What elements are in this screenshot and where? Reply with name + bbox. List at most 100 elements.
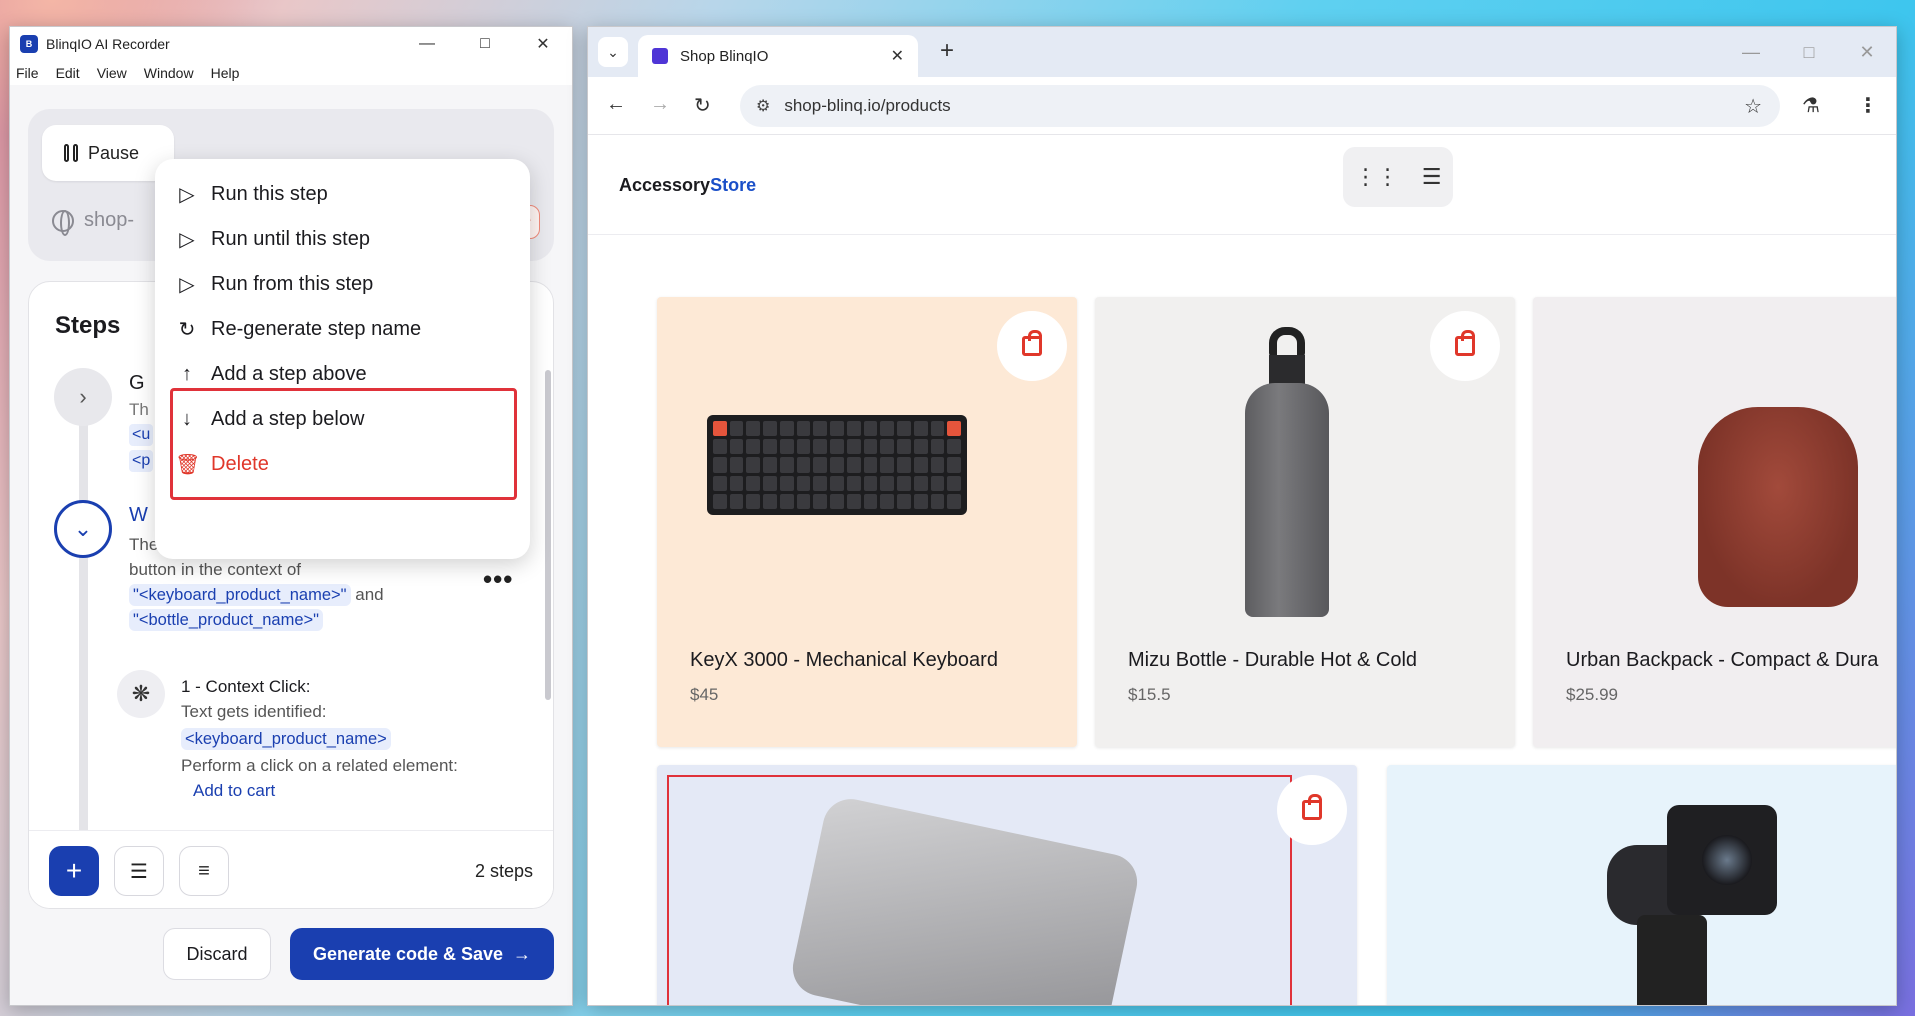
site-info-icon[interactable]: ⚙ bbox=[756, 96, 770, 116]
arrow-up-icon: ↑ bbox=[182, 362, 192, 385]
discard-button[interactable]: Discard bbox=[163, 928, 271, 980]
tree-view-button[interactable]: ≡ bbox=[179, 846, 229, 896]
step-1-tag: <p bbox=[129, 450, 154, 472]
window-title: BlinqIO AI Recorder bbox=[46, 36, 170, 52]
product-name[interactable]: KeyX 3000 - Mechanical Keyboard bbox=[690, 649, 998, 672]
add-to-cart-button[interactable] bbox=[1430, 311, 1500, 381]
tab-shop-blinqio[interactable]: Shop BlinqIO ✕ bbox=[638, 35, 918, 77]
plus-icon: + bbox=[65, 855, 83, 886]
logo-main: Accessory bbox=[619, 175, 711, 195]
bottle-image bbox=[1245, 327, 1329, 617]
menu-help[interactable]: Help bbox=[211, 65, 240, 81]
tab-bar: ⌄ Shop BlinqIO ✕ + — □ ✕ bbox=[588, 27, 1896, 77]
tab-search-button[interactable]: ⌄ bbox=[598, 37, 628, 67]
scrollbar[interactable] bbox=[545, 370, 551, 700]
menu-run-this-step[interactable]: ▷ Run this step bbox=[175, 174, 328, 214]
menu-item-label: Run this step bbox=[211, 182, 328, 205]
keyboard-image bbox=[707, 415, 967, 515]
steps-count: 2 steps bbox=[474, 861, 533, 881]
current-url: shop- bbox=[52, 209, 135, 236]
menu-item-label: Run from this step bbox=[211, 272, 374, 295]
grid-dots-icon[interactable]: ⋮⋮ bbox=[1355, 164, 1399, 190]
menu-view[interactable]: View bbox=[97, 65, 127, 81]
filter-icon[interactable]: ☰ bbox=[1422, 164, 1442, 190]
reload-icon[interactable]: ↻ bbox=[694, 93, 711, 118]
menu-window[interactable]: Window bbox=[144, 65, 194, 81]
minimize-icon[interactable]: — bbox=[398, 27, 456, 61]
recorder-titlebar: B BlinqIO AI Recorder — □ ✕ bbox=[10, 27, 572, 61]
add-step-button[interactable]: + bbox=[49, 846, 99, 896]
expand-step-button[interactable]: › bbox=[54, 368, 112, 426]
generate-label: Generate code & Save bbox=[312, 943, 504, 964]
kebab-menu-icon[interactable]: ⋮ bbox=[1858, 93, 1878, 118]
substep-identified: Text gets identified: bbox=[181, 702, 327, 721]
close-icon[interactable]: ✕ bbox=[514, 27, 572, 61]
address-bar[interactable]: ⚙ shop-blinq.io/products ☆ bbox=[740, 85, 1780, 127]
menu-regenerate-name[interactable]: ↻ Re-generate step name bbox=[175, 309, 422, 349]
step-1-desc: Th bbox=[129, 400, 149, 419]
more-options-icon[interactable]: ••• bbox=[483, 564, 513, 595]
product-price: $45 bbox=[690, 685, 719, 704]
bookmark-star-icon[interactable]: ☆ bbox=[1744, 94, 1762, 119]
substep-title: 1 - Context Click: bbox=[181, 677, 311, 696]
play-icon: ▷ bbox=[179, 183, 195, 206]
recorder-window: B BlinqIO AI Recorder — □ ✕ File Edit Vi… bbox=[9, 26, 573, 1006]
backpack-image bbox=[1698, 407, 1858, 607]
add-to-cart-button[interactable] bbox=[1277, 775, 1347, 845]
pause-label: Pause bbox=[88, 142, 140, 163]
forward-icon[interactable]: → bbox=[650, 93, 670, 116]
url-text: shop-blinq.io/products bbox=[784, 96, 951, 115]
menu-run-from-step[interactable]: ▷ Run from this step bbox=[175, 264, 373, 304]
product-card[interactable] bbox=[657, 765, 1357, 1005]
steps-footer: + ☰ ≡ 2 steps bbox=[29, 830, 553, 908]
product-price: $15.5 bbox=[1128, 685, 1171, 704]
collapse-step-button[interactable]: ⌄ bbox=[54, 500, 112, 558]
arrow-right-icon: → bbox=[513, 943, 532, 964]
play-cursor-icon: ▷ bbox=[179, 273, 195, 296]
element-link[interactable]: Add to cart bbox=[193, 778, 481, 803]
refresh-icon: ↻ bbox=[178, 318, 196, 341]
pause-button[interactable]: Pause bbox=[42, 125, 174, 181]
menu-file[interactable]: File bbox=[16, 65, 39, 81]
add-to-cart-button[interactable] bbox=[997, 311, 1067, 381]
step-2-title[interactable]: W bbox=[129, 504, 148, 527]
product-card[interactable]: Mizu Bottle - Durable Hot & Cold $15.5 bbox=[1095, 297, 1515, 747]
store-logo[interactable]: AccessoryStore bbox=[619, 175, 756, 196]
close-tab-icon[interactable]: ✕ bbox=[891, 46, 904, 66]
app-logo-icon: B bbox=[20, 35, 38, 53]
store-page: AccessoryStore ⋮⋮ ☰ KeyX 3000 - Mechanic… bbox=[588, 135, 1896, 1005]
menu-edit[interactable]: Edit bbox=[56, 65, 80, 81]
close-icon[interactable]: ✕ bbox=[1838, 27, 1896, 77]
shopping-bag-icon bbox=[1022, 330, 1042, 356]
menu-item-label: Re-generate step name bbox=[211, 317, 422, 340]
generate-save-button[interactable]: Generate code & Save → bbox=[290, 928, 554, 980]
back-icon[interactable]: ← bbox=[606, 93, 626, 116]
menubar: File Edit View Window Help bbox=[10, 61, 572, 85]
substep-details: 1 - Context Click: Text gets identified:… bbox=[181, 674, 481, 803]
step-1-title[interactable]: G bbox=[129, 372, 145, 395]
maximize-icon[interactable]: □ bbox=[1780, 27, 1838, 77]
menu-item-label: Add a step above bbox=[211, 362, 367, 385]
browser-toolbar: ← → ↻ ⚙ shop-blinq.io/products ☆ ⚗ ⋮ bbox=[588, 77, 1896, 135]
maximize-icon[interactable]: □ bbox=[456, 27, 514, 61]
play-sparkle-icon: ▷ bbox=[179, 228, 195, 251]
product-card[interactable]: Urban Backpack - Compact & Dura $25.99 bbox=[1533, 297, 1896, 747]
step-1-tag: <u bbox=[129, 424, 154, 446]
step-2-desc-and: and bbox=[350, 585, 384, 604]
product-card[interactable] bbox=[1387, 765, 1896, 1005]
product-name[interactable]: Urban Backpack - Compact & Dura bbox=[1566, 649, 1878, 672]
product-name[interactable]: Mizu Bottle - Durable Hot & Cold bbox=[1128, 649, 1417, 672]
store-header: AccessoryStore ⋮⋮ ☰ bbox=[588, 135, 1896, 235]
menu-item-label: Run until this step bbox=[211, 227, 370, 250]
minimize-icon[interactable]: — bbox=[1722, 27, 1780, 77]
param-chip: "<keyboard_product_name>" bbox=[129, 584, 351, 606]
steps-title: Steps bbox=[55, 312, 121, 339]
product-card[interactable]: KeyX 3000 - Mechanical Keyboard $45 bbox=[657, 297, 1077, 747]
new-tab-button[interactable]: + bbox=[940, 37, 954, 65]
url-text: shop- bbox=[84, 209, 135, 231]
logo-accent: Store bbox=[710, 175, 757, 195]
menu-run-until-step[interactable]: ▷ Run until this step bbox=[175, 219, 370, 259]
browser-window: ⌄ Shop BlinqIO ✕ + — □ ✕ ← → ↻ ⚙ shop-bl… bbox=[587, 26, 1897, 1006]
checklist-button[interactable]: ☰ bbox=[114, 846, 164, 896]
labs-flask-icon[interactable]: ⚗ bbox=[1802, 93, 1820, 118]
